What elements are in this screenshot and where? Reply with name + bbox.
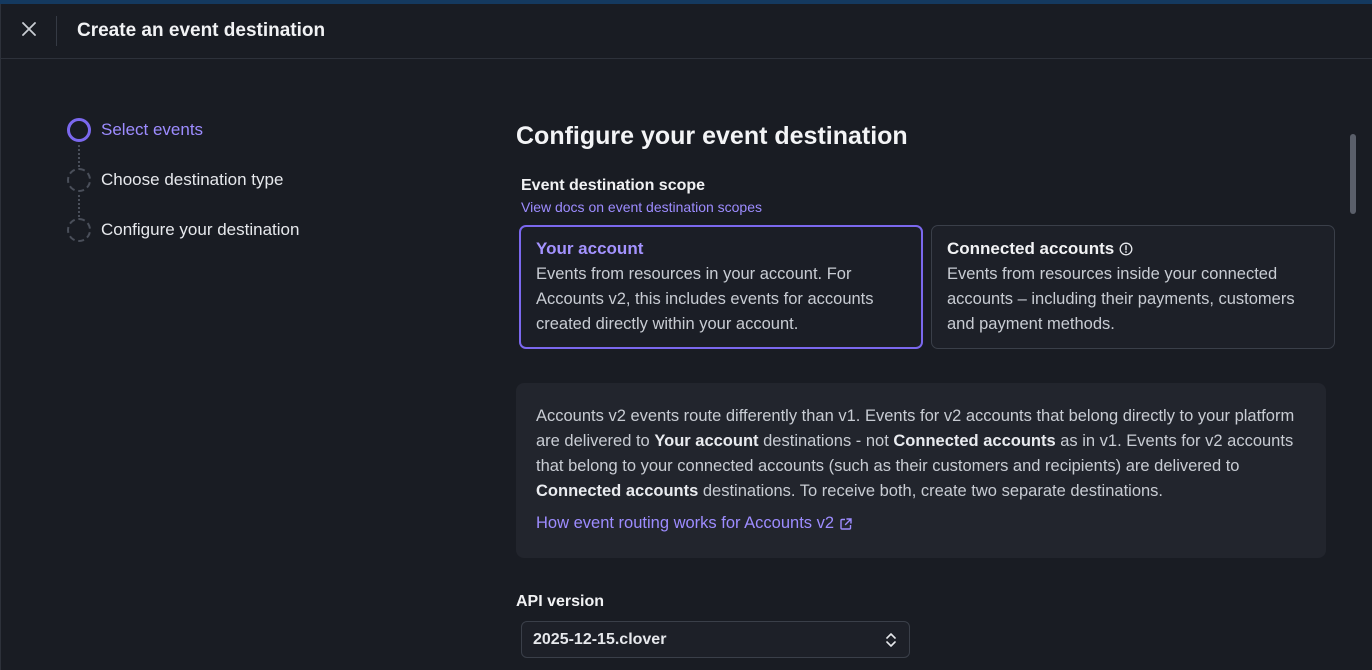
- card-title: Your account: [536, 239, 906, 259]
- step-connector: [78, 145, 80, 167]
- dialog-header: Create an event destination: [1, 4, 1372, 59]
- notice-segment: destinations. To receive both, create tw…: [698, 482, 1164, 500]
- notice-text: Accounts v2 events route differently tha…: [536, 404, 1306, 504]
- dialog-title: Create an event destination: [77, 20, 326, 41]
- scope-label: Event destination scope: [521, 177, 706, 194]
- chevron-up-down-icon: [884, 631, 898, 649]
- notice-bold: Connected accounts: [893, 432, 1056, 450]
- page-title: Configure your event destination: [516, 122, 908, 150]
- step-indicator: [67, 218, 91, 242]
- step-select-events[interactable]: Select events: [67, 118, 299, 168]
- scope-card-your-account[interactable]: Your account Events from resources in yo…: [519, 225, 923, 349]
- step-connector: [78, 195, 80, 217]
- progress-stepper: Select events Choose destination type Co…: [67, 118, 299, 268]
- routing-notice: Accounts v2 events route differently tha…: [516, 383, 1326, 558]
- close-button[interactable]: [1, 4, 56, 59]
- card-title-text: Connected accounts: [947, 239, 1115, 258]
- step-label: Select events: [101, 120, 204, 139]
- scope-options: Your account Events from resources in yo…: [519, 225, 1336, 349]
- dialog-window: Create an event destination Select event…: [0, 4, 1372, 670]
- api-version-select[interactable]: 2025-12-15.clover: [521, 621, 910, 658]
- step-choose-destination-type[interactable]: Choose destination type: [67, 168, 299, 218]
- scope-card-connected-accounts[interactable]: Connected accounts Events from resources…: [931, 225, 1335, 349]
- header-divider: [56, 16, 57, 46]
- step-label: Configure your destination: [101, 220, 300, 239]
- api-version-value: 2025-12-15.clover: [533, 630, 667, 648]
- notice-segment: destinations - not: [758, 432, 894, 450]
- scrollbar-thumb[interactable]: [1350, 134, 1356, 214]
- step-configure-destination[interactable]: Configure your destination: [67, 218, 299, 268]
- info-icon[interactable]: [1119, 242, 1133, 256]
- api-version-label: API version: [516, 593, 605, 610]
- step-label: Choose destination type: [101, 170, 284, 189]
- card-description: Events from resources in your account. F…: [536, 265, 874, 333]
- main-content: Configure your event destination Event d…: [516, 122, 1336, 658]
- routing-docs-link-text: How event routing works for Accounts v2: [536, 514, 835, 532]
- notice-bold: Your account: [654, 432, 759, 450]
- close-icon: [21, 21, 36, 41]
- card-title-text: Your account: [536, 239, 644, 258]
- step-indicator: [67, 168, 91, 192]
- card-description: Events from resources inside your connec…: [947, 265, 1295, 333]
- external-link-icon: [839, 517, 853, 531]
- routing-docs-link[interactable]: How event routing works for Accounts v2: [536, 514, 853, 533]
- card-title: Connected accounts: [947, 239, 1319, 259]
- step-indicator-active: [67, 118, 91, 142]
- notice-bold: Connected accounts: [536, 482, 699, 500]
- scope-docs-link[interactable]: View docs on event destination scopes: [521, 199, 762, 215]
